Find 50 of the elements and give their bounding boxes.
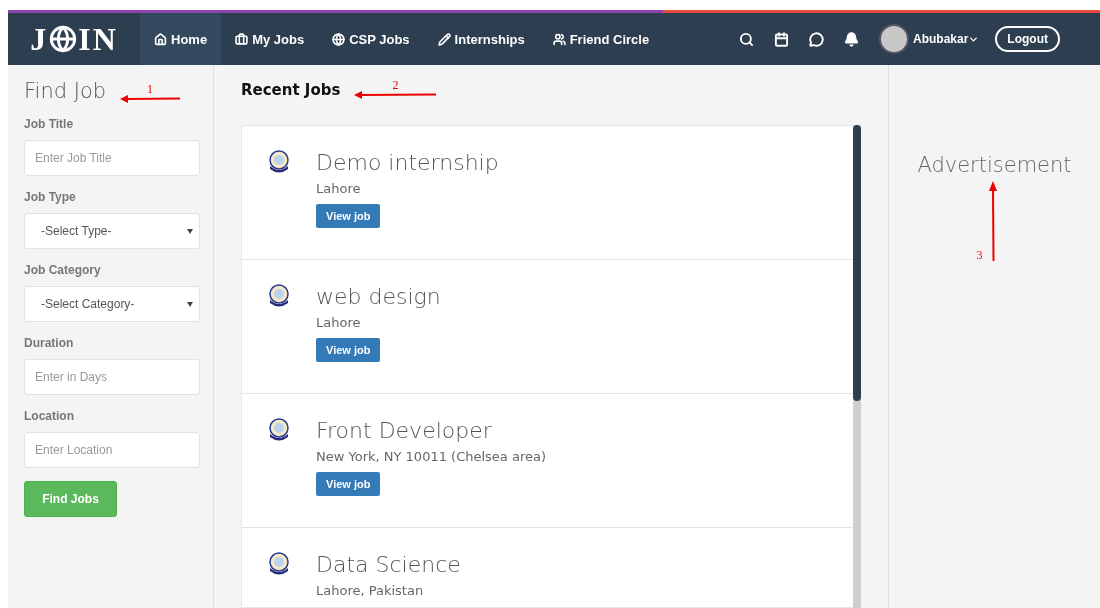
job-location: Lahore xyxy=(316,315,361,330)
input-field[interactable]: Enter in Days xyxy=(24,359,200,395)
globe-icon xyxy=(332,32,346,46)
emblem-icon xyxy=(268,284,290,308)
annotation-number: 2 xyxy=(392,79,399,91)
home-icon xyxy=(154,32,167,46)
annotation-number: 3 xyxy=(976,249,983,261)
annotation-arrow xyxy=(120,95,181,103)
advertisement-title: Advertisement xyxy=(917,153,1072,177)
job-title: Demo internship xyxy=(316,150,499,175)
annotation-number: 1 xyxy=(147,83,154,95)
field-label: Location xyxy=(24,409,75,423)
job-location: Lahore, Pakistan xyxy=(316,583,424,598)
emblem-icon xyxy=(268,418,290,442)
avatar[interactable] xyxy=(879,24,909,54)
select-field[interactable]: -Select Type- xyxy=(24,213,200,249)
user-menu[interactable]: Abubakar xyxy=(913,32,980,46)
pencil-icon xyxy=(437,32,451,46)
caret-icon xyxy=(187,301,193,307)
nav-link[interactable]: My Jobs xyxy=(221,13,319,65)
field-label: Job Type xyxy=(24,190,77,204)
nav-link[interactable]: CSP Jobs xyxy=(318,13,424,65)
caret-icon xyxy=(187,228,193,234)
view-job-button[interactable]: View job xyxy=(316,204,381,228)
briefcase-icon xyxy=(235,32,249,46)
logout-button[interactable]: Logout xyxy=(995,26,1060,52)
job-location: Lahore xyxy=(316,181,361,196)
emblem-icon xyxy=(268,552,290,576)
select-field[interactable]: -Select Category- xyxy=(24,286,200,322)
scrollbar[interactable] xyxy=(853,125,861,608)
input-field[interactable]: Enter Location xyxy=(24,432,200,468)
globe-icon xyxy=(49,25,78,53)
emblem-icon xyxy=(268,150,290,174)
field-label: Job Category xyxy=(24,263,102,277)
people-icon xyxy=(552,32,566,46)
nav-link[interactable]: Friend Circle xyxy=(538,13,664,65)
input-field[interactable]: Enter Job Title xyxy=(24,140,200,176)
section-title: Recent Jobs xyxy=(241,81,341,99)
nav-link[interactable]: Internships xyxy=(423,13,539,65)
sidebar-title: Find Job xyxy=(24,79,107,103)
logo[interactable]: J IN xyxy=(8,20,140,58)
job-title: Front Developer xyxy=(316,418,492,443)
view-job-button[interactable]: View job xyxy=(316,338,381,362)
job-title: Data Science xyxy=(316,552,461,577)
job-location: New York, NY 10011 (Chelsea area) xyxy=(316,449,546,464)
field-label: Duration xyxy=(24,336,75,350)
field-label: Job Title xyxy=(24,117,75,131)
nav-link[interactable]: Home xyxy=(140,13,222,65)
view-job-button[interactable]: View job xyxy=(316,472,381,496)
job-title: web design xyxy=(316,284,441,309)
